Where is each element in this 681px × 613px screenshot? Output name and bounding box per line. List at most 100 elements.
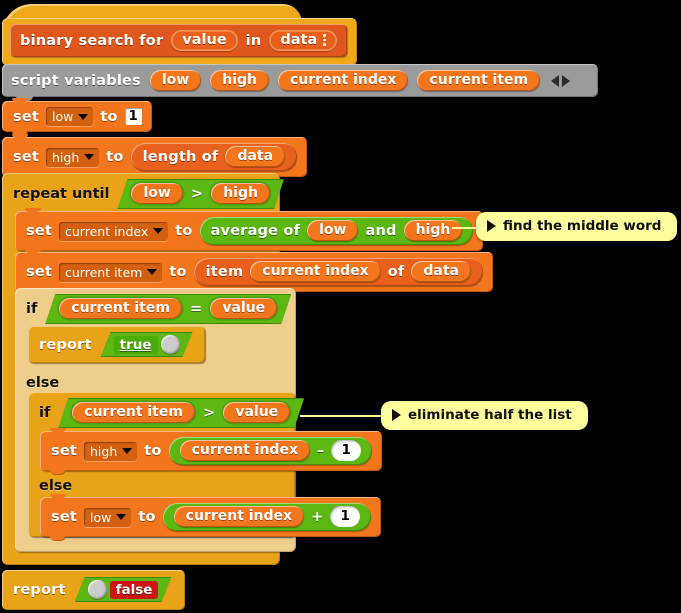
prototype-param-data[interactable]: data — [269, 30, 337, 51]
comment-find-middle-word[interactable]: find the middle word — [476, 212, 678, 241]
variable-dropdown-low-value: low — [52, 109, 74, 124]
average-of-reporter[interactable]: average of low and high — [199, 217, 474, 245]
greater-than-operator-label: > — [202, 404, 216, 421]
variable-dropdown-current-index-value: current index — [65, 223, 149, 239]
set-low-block[interactable]: set low to 1 — [2, 98, 152, 136]
else-keyword-label: else — [26, 375, 60, 391]
hat-block-definition[interactable]: binary search for value in data — [2, 4, 357, 69]
if-equal-header: if current item = value — [15, 288, 296, 330]
variable-dropdown-current-item[interactable]: current item — [59, 262, 163, 282]
variable-current-item[interactable]: current item — [72, 402, 195, 423]
chevron-down-icon — [153, 228, 164, 234]
set-current-item-block[interactable]: set current item to item current index o… — [15, 249, 493, 296]
set-keyword-label: set — [51, 509, 77, 525]
numeric-input-one[interactable]: 1 — [330, 506, 360, 527]
set-keyword-label: set — [51, 443, 77, 459]
to-keyword-label: to — [169, 264, 187, 280]
script-variables-label: script variables — [11, 72, 141, 89]
variable-high[interactable]: high — [211, 183, 270, 204]
repeat-until-header: repeat until low > high — [2, 173, 280, 215]
variable-dropdown-high[interactable]: high — [84, 441, 138, 461]
variable-current-index[interactable]: current index — [179, 440, 310, 461]
variable-dropdown-current-item-value: current item — [65, 264, 143, 280]
chevron-down-icon — [122, 448, 133, 454]
set-low-plus-block[interactable]: set low to current index + 1 — [40, 494, 381, 541]
report-false-block[interactable]: report false — [2, 570, 186, 610]
comment-connector-line-2 — [300, 415, 385, 417]
script-variables-block[interactable]: script variables low high current index … — [2, 64, 598, 101]
repeat-until-label: repeat until — [13, 186, 110, 202]
variable-dropdown-current-index[interactable]: current index — [59, 221, 169, 241]
variable-dropdown-high[interactable]: high — [46, 147, 100, 167]
report-keyword-label: report — [39, 336, 92, 353]
variable-value[interactable]: value — [210, 298, 277, 319]
variable-high[interactable]: high — [403, 220, 463, 241]
script-variable-high[interactable]: high — [210, 70, 269, 91]
item-label: item — [205, 263, 244, 280]
variable-current-item[interactable]: current item — [59, 298, 182, 319]
set-keyword-label: set — [26, 223, 52, 239]
variable-dropdown-high-value: high — [52, 149, 80, 165]
prototype-label-before: binary search for — [20, 32, 164, 49]
set-keyword-label: set — [13, 149, 39, 165]
set-high-length-block[interactable]: set high to length of data — [2, 134, 308, 181]
addition-reporter[interactable]: current index + 1 — [162, 503, 371, 531]
boolean-toggle-false-label: false — [110, 581, 159, 599]
average-of-label: average of — [210, 222, 301, 239]
else-keyword-label: else — [39, 478, 73, 494]
plus-operator-label: + — [311, 508, 324, 525]
left-right-arrows-icon[interactable] — [551, 74, 571, 87]
report-true-block[interactable]: report true — [28, 326, 205, 363]
variable-dropdown-low-value: low — [90, 509, 112, 525]
to-keyword-label: to — [106, 149, 124, 165]
comment-text: eliminate half the list — [408, 407, 572, 423]
variable-low[interactable]: low — [307, 220, 359, 241]
length-of-reporter[interactable]: length of data — [130, 143, 298, 171]
variable-data[interactable]: data — [225, 146, 286, 167]
variable-current-index[interactable]: current index — [250, 261, 381, 282]
prototype-label-mid: in — [245, 32, 262, 49]
toggle-knob-icon[interactable] — [161, 335, 180, 354]
if-greater-header: if current item > value — [28, 392, 295, 434]
numeric-input-one[interactable]: 1 — [331, 440, 361, 461]
to-keyword-label: to — [175, 223, 193, 239]
triangle-right-icon[interactable] — [487, 220, 496, 232]
numeric-input-one[interactable]: 1 — [124, 108, 142, 125]
set-high-minus-block[interactable]: set high to current index – 1 — [40, 428, 382, 475]
variable-data[interactable]: data — [411, 261, 471, 282]
chevron-down-icon — [147, 269, 158, 275]
block-prototype[interactable]: binary search for value in data — [10, 24, 347, 57]
script-variable-current-index[interactable]: current index — [278, 70, 409, 91]
subtraction-reporter[interactable]: current index – 1 — [168, 437, 372, 465]
variable-current-index[interactable]: current index — [173, 506, 305, 527]
equals-predicate[interactable]: current item = value — [45, 294, 291, 324]
minus-operator-label: – — [316, 442, 325, 459]
variable-value[interactable]: value — [223, 402, 290, 423]
snap-script-canvas: binary search for value in data script v… — [0, 0, 681, 613]
boolean-toggle-false[interactable]: false — [75, 577, 172, 602]
script-variable-low[interactable]: low — [149, 70, 202, 91]
to-keyword-label: to — [100, 108, 118, 125]
item-of-reporter[interactable]: item current index of data — [193, 258, 483, 286]
to-keyword-label: to — [144, 443, 162, 459]
equals-operator-label: = — [189, 300, 203, 317]
set-keyword-label: set — [26, 264, 52, 280]
comment-eliminate-half[interactable]: eliminate half the list — [381, 401, 588, 430]
length-of-label: length of — [142, 148, 219, 165]
toggle-knob-icon[interactable] — [88, 580, 107, 599]
greater-than-predicate-outer[interactable]: low > high — [117, 179, 283, 209]
variable-dropdown-low[interactable]: low — [46, 107, 94, 126]
greater-than-predicate-inner[interactable]: current item > value — [58, 398, 304, 428]
script-variable-current-item[interactable]: current item — [417, 70, 541, 91]
of-label: of — [387, 263, 405, 280]
set-current-index-block[interactable]: set current index to average of low and … — [15, 208, 484, 255]
variable-low[interactable]: low — [131, 183, 182, 204]
and-label: and — [365, 222, 397, 239]
variable-dropdown-low[interactable]: low — [84, 507, 132, 527]
vertical-ellipsis-icon[interactable] — [323, 34, 326, 46]
chevron-down-icon — [116, 514, 127, 520]
boolean-toggle-true[interactable]: true — [101, 332, 193, 357]
triangle-right-icon[interactable] — [392, 409, 401, 421]
prototype-param-value[interactable]: value — [171, 30, 238, 51]
prototype-param-value-label: value — [182, 32, 227, 48]
